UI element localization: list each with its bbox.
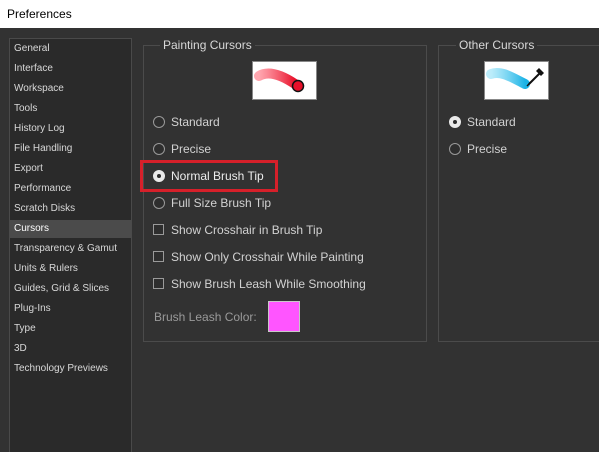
sidebar-item-guides-grid-slices[interactable]: Guides, Grid & Slices	[10, 280, 131, 298]
checkbox-control[interactable]	[153, 278, 164, 289]
sidebar-item-file-handling[interactable]: File Handling	[10, 140, 131, 158]
sidebar-item-plug-ins[interactable]: Plug-Ins	[10, 300, 131, 318]
sidebar-item-3d[interactable]: 3D	[10, 340, 131, 358]
sidebar-item-technology-previews[interactable]: Technology Previews	[10, 360, 131, 378]
other-precise-label: Precise	[467, 142, 508, 156]
sidebar-item-cursors[interactable]: Cursors	[10, 220, 131, 238]
sidebar-item-units-rulers[interactable]: Units & Rulers	[10, 260, 131, 278]
sidebar-item-type[interactable]: Type	[10, 320, 131, 338]
window-title: Preferences	[0, 0, 599, 28]
radio-control[interactable]	[153, 197, 165, 209]
blue-eyedropper-preview-icon	[484, 61, 549, 100]
show-only-crosshair-label: Show Only Crosshair While Painting	[171, 250, 364, 264]
sidebar-item-scratch-disks[interactable]: Scratch Disks	[10, 200, 131, 218]
eyedropper-stroke-graphic	[486, 68, 544, 89]
sidebar-item-interface[interactable]: Interface	[10, 60, 131, 78]
painting-full-size-brush-tip-label: Full Size Brush Tip	[171, 196, 272, 210]
show-brush-leash-label: Show Brush Leash While Smoothing	[171, 277, 366, 291]
sidebar-item-tools[interactable]: Tools	[10, 100, 131, 118]
painting-precise-label: Precise	[171, 142, 212, 156]
sidebar-item-transparency-gamut[interactable]: Transparency & Gamut	[10, 240, 131, 258]
red-brush-stroke-preview-icon	[252, 61, 317, 100]
other-standard-label: Standard	[467, 115, 516, 129]
preferences-sidebar: General Interface Workspace Tools Histor…	[9, 38, 132, 452]
radio-control[interactable]	[153, 143, 165, 155]
radio-control[interactable]	[153, 116, 165, 128]
brush-leash-color-swatch[interactable]	[268, 301, 300, 332]
painting-cursors-title: Painting Cursors	[160, 38, 255, 52]
sidebar-item-general[interactable]: General	[10, 40, 131, 58]
other-cursors-title: Other Cursors	[456, 38, 538, 52]
sidebar-item-export[interactable]: Export	[10, 160, 131, 178]
radio-control-selected[interactable]	[449, 116, 461, 128]
sidebar-item-performance[interactable]: Performance	[10, 180, 131, 198]
sidebar-item-history-log[interactable]: History Log	[10, 120, 131, 138]
brush-stroke-graphic	[254, 68, 305, 93]
brush-leash-color-label: Brush Leash Color:	[154, 310, 257, 324]
checkbox-control[interactable]	[153, 224, 164, 235]
show-crosshair-label: Show Crosshair in Brush Tip	[171, 223, 323, 237]
radio-control[interactable]	[449, 143, 461, 155]
selection-highlight-box	[140, 160, 278, 192]
checkbox-control[interactable]	[153, 251, 164, 262]
painting-standard-label: Standard	[171, 115, 220, 129]
sidebar-item-workspace[interactable]: Workspace	[10, 80, 131, 98]
